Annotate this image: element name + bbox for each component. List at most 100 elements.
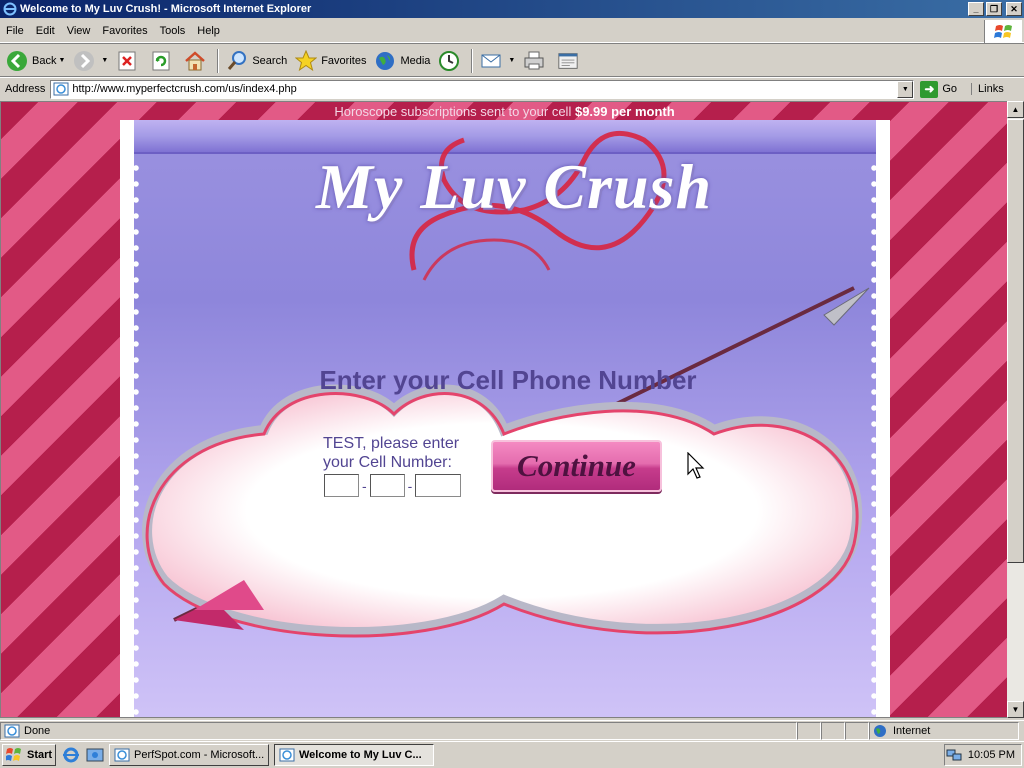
media-globe-icon <box>374 50 396 72</box>
status-cell <box>845 722 869 740</box>
search-button[interactable]: Search <box>222 47 291 75</box>
start-label: Start <box>27 749 53 761</box>
phone-separator: - <box>362 477 367 494</box>
ie-quicklaunch-icon[interactable] <box>62 746 80 764</box>
home-button[interactable] <box>180 47 214 75</box>
refresh-icon <box>150 50 172 72</box>
address-url: http://www.myperfectcrush.com/us/index4.… <box>72 83 297 95</box>
minimize-button[interactable]: _ <box>968 2 984 16</box>
vertical-scrollbar[interactable]: ▲ ▼ <box>1007 101 1024 718</box>
stop-button[interactable] <box>112 47 146 75</box>
globe-icon <box>873 724 889 738</box>
history-icon <box>438 50 460 72</box>
content-panel: My Luv Crush Enter your Cell Phone Numbe… <box>120 120 890 717</box>
quick-launch <box>62 746 104 764</box>
start-button[interactable]: Start <box>2 744 56 766</box>
forward-arrow-icon <box>73 50 95 72</box>
continue-button[interactable]: Continue <box>491 440 662 492</box>
phone-prefix-input[interactable] <box>369 474 405 497</box>
menu-bar: File Edit View Favorites Tools Help <box>0 20 1024 43</box>
links-button[interactable]: Links <box>971 83 1004 95</box>
page-icon <box>53 82 69 96</box>
print-button[interactable] <box>519 47 553 75</box>
menu-edit[interactable]: Edit <box>30 20 61 43</box>
scroll-thumb[interactable] <box>1007 119 1024 563</box>
toolbar-separator <box>217 48 220 73</box>
status-cell <box>797 722 821 740</box>
mail-icon <box>480 50 502 72</box>
menu-tools[interactable]: Tools <box>154 20 192 43</box>
address-label: Address <box>5 83 46 95</box>
media-button[interactable]: Media <box>370 47 434 75</box>
stop-icon <box>116 50 138 72</box>
site-logo: My Luv Crush <box>315 151 713 222</box>
edit-button[interactable] <box>553 47 587 75</box>
scroll-down-icon[interactable]: ▼ <box>1007 701 1024 718</box>
search-icon <box>226 50 248 72</box>
zone-cell: Internet <box>869 722 1019 740</box>
ie-window: Welcome to My Luv Crush! - Microsoft Int… <box>0 0 1024 768</box>
mouse-cursor-icon <box>687 452 705 479</box>
chevron-down-icon[interactable]: ▼ <box>508 57 515 64</box>
status-bar: Done Internet <box>0 720 1024 741</box>
promo-price: $9.99 per month <box>574 104 675 119</box>
back-button[interactable]: Back ▼ <box>2 47 69 75</box>
star-icon <box>295 49 318 72</box>
phone-separator: - <box>407 477 413 494</box>
chevron-down-icon[interactable]: ▼ <box>58 57 65 64</box>
favorites-button[interactable]: Favorites <box>291 47 370 75</box>
ie-icon <box>3 2 17 16</box>
promo-text: Horoscope subscriptions sent to your cel… <box>334 104 572 119</box>
search-label: Search <box>252 54 288 67</box>
taskbar-item-perfspot[interactable]: PerfSpot.com - Microsoft... <box>109 744 269 766</box>
windows-flag-icon <box>5 747 24 763</box>
address-bar: Address http://www.myperfectcrush.com/us… <box>0 78 1024 100</box>
ie-page-icon <box>279 748 295 762</box>
chevron-down-icon[interactable]: ▼ <box>101 57 108 64</box>
menu-favorites[interactable]: Favorites <box>96 20 153 43</box>
clock[interactable]: 10:05 PM <box>968 749 1015 761</box>
refresh-button[interactable] <box>146 47 180 75</box>
taskbar-item-label: Welcome to My Luv C... <box>299 749 422 761</box>
ie-page-icon <box>114 748 130 762</box>
go-button[interactable]: ➜ Go <box>920 80 958 98</box>
menu-view[interactable]: View <box>61 20 97 43</box>
address-input[interactable]: http://www.myperfectcrush.com/us/index4.… <box>50 79 915 99</box>
phone-area-code-input[interactable] <box>324 474 359 497</box>
scroll-up-icon[interactable]: ▲ <box>1007 101 1024 118</box>
hero-stage: My Luv Crush Enter your Cell Phone Numbe… <box>130 120 880 717</box>
maximize-button[interactable]: ❐ <box>986 2 1002 16</box>
menu-file[interactable]: File <box>0 20 30 43</box>
address-dropdown-icon[interactable]: ▼ <box>897 80 914 98</box>
network-icon[interactable] <box>946 748 962 762</box>
back-label: Back <box>32 54 57 67</box>
show-desktop-icon[interactable] <box>86 746 104 764</box>
title-bar: Welcome to My Luv Crush! - Microsoft Int… <box>0 0 1024 18</box>
mail-button[interactable]: ▼ <box>476 47 519 75</box>
zone-text: Internet <box>893 725 931 737</box>
standard-toolbar: Back ▼ ▼ Search Favorites Media ▼ <box>0 45 1024 77</box>
system-tray: 10:05 PM <box>944 744 1022 766</box>
forward-button[interactable]: ▼ <box>69 47 112 75</box>
toolbar-separator <box>471 48 474 73</box>
go-arrow-icon: ➜ <box>920 80 939 98</box>
menu-help[interactable]: Help <box>191 20 226 43</box>
windows-logo-icon <box>984 20 1022 43</box>
phone-input-group: - - <box>324 474 462 497</box>
media-label: Media <box>400 54 431 67</box>
done-page-icon <box>4 724 20 738</box>
page-viewport: Horoscope subscriptions sent to your cel… <box>0 101 1007 718</box>
taskbar-item-myluvcrush[interactable]: Welcome to My Luv C... <box>274 744 434 766</box>
back-arrow-icon <box>6 50 28 72</box>
favorites-label: Favorites <box>321 54 367 67</box>
history-button[interactable] <box>434 47 468 75</box>
form-title: Enter your Cell Phone Number <box>319 365 697 395</box>
form-label: TEST, please enter your Cell Number: <box>323 435 460 471</box>
home-icon <box>184 50 206 72</box>
go-label: Go <box>942 83 958 95</box>
edit-page-icon <box>557 50 579 72</box>
taskbar-item-label: PerfSpot.com - Microsoft... <box>134 749 265 761</box>
phone-line-input[interactable] <box>415 474 462 497</box>
close-button[interactable]: ✕ <box>1006 2 1022 16</box>
status-text-cell: Done <box>0 722 797 740</box>
